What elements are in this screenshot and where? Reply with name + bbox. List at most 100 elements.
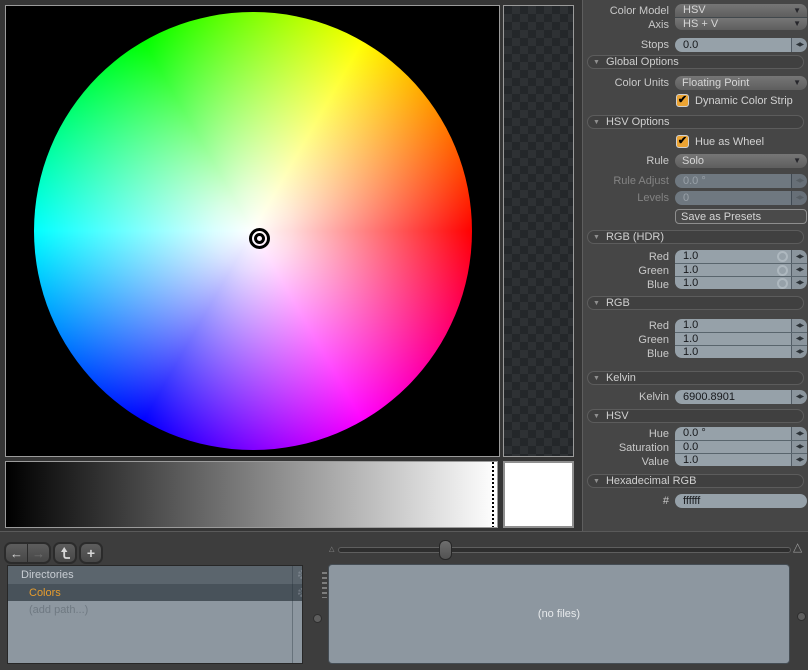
- stepper-icon[interactable]: ◀▶: [791, 264, 807, 276]
- rule-dropdown[interactable]: Solo ▼: [675, 154, 807, 168]
- color-cursor[interactable]: [249, 228, 270, 249]
- section-rgb-hdr[interactable]: ▼ RGB (HDR): [587, 230, 804, 244]
- hsv-field-group: 0.0 ° ◀▶ 0.0 ◀▶ 1.0 ◀▶: [675, 427, 807, 466]
- checkbox-checked-icon[interactable]: ✔: [676, 94, 689, 107]
- hdr-red-value: 1.0: [675, 250, 777, 263]
- back-button[interactable]: ←: [6, 544, 27, 562]
- panel-splitter-grip[interactable]: [322, 572, 327, 598]
- save-as-presets-label: Save as Presets: [681, 211, 761, 223]
- hdr-green-value: 1.0: [675, 264, 777, 277]
- collapse-triangle-icon: ▼: [593, 119, 600, 126]
- section-hsv[interactable]: ▼ HSV: [587, 409, 804, 423]
- thumb-size-min-icon[interactable]: △: [329, 546, 334, 553]
- green-value: 1.0: [675, 333, 791, 346]
- stepper-icon[interactable]: ◀▶: [791, 38, 807, 52]
- save-as-presets-button[interactable]: Save as Presets: [675, 209, 807, 224]
- directories-header[interactable]: Directories: [8, 566, 302, 584]
- stepper-icon[interactable]: ◀▶: [791, 346, 807, 358]
- gear-column-divider: [292, 566, 293, 663]
- chevron-down-icon: ▼: [793, 7, 801, 15]
- color-options-panel: Color Model Axis HSV ▼ HS + V ▼ Stops 0.…: [582, 0, 808, 531]
- mini-slider-ring-icon[interactable]: [777, 265, 788, 276]
- up-directory-icon: [58, 546, 72, 560]
- red-label: Red: [583, 319, 669, 333]
- hex-value: ffffff: [675, 495, 807, 508]
- collapse-triangle-icon: ▼: [593, 478, 600, 485]
- section-hexadecimal-rgb[interactable]: ▼ Hexadecimal RGB: [587, 474, 804, 488]
- collapse-triangle-icon: ▼: [593, 234, 600, 241]
- forward-button[interactable]: →: [27, 544, 49, 562]
- hdr-green-input[interactable]: 1.0 ◀▶: [675, 263, 807, 276]
- files-panel[interactable]: (no files): [328, 564, 790, 664]
- checkbox-checked-icon[interactable]: ✔: [676, 135, 689, 148]
- stepper-icon: ◀▶: [791, 191, 807, 205]
- rgb-hdr-field-group: 1.0 ◀▶ 1.0 ◀▶ 1.0 ◀▶: [675, 250, 807, 289]
- hex-input[interactable]: ffffff: [675, 494, 807, 508]
- add-path-button[interactable]: +: [79, 542, 103, 564]
- kelvin-label: Kelvin: [583, 390, 669, 404]
- hdr-green-label: Green: [583, 264, 669, 278]
- directory-item-colors[interactable]: Colors: [8, 584, 302, 601]
- alpha-checker-strip[interactable]: [503, 5, 574, 457]
- value-label: Value: [583, 455, 669, 469]
- color-model-dropdown[interactable]: HSV ▼: [675, 4, 807, 17]
- gear-icon[interactable]: [297, 587, 303, 598]
- green-input[interactable]: 1.0 ◀▶: [675, 332, 807, 345]
- hue-label: Hue: [583, 427, 669, 441]
- add-path-label: (add path...): [29, 604, 88, 616]
- color-units-dropdown[interactable]: Floating Point ▼: [675, 76, 807, 90]
- hdr-blue-label: Blue: [583, 278, 669, 292]
- stepper-icon[interactable]: ◀▶: [791, 277, 807, 289]
- value-value: 1.0: [675, 454, 791, 467]
- stepper-icon[interactable]: ◀▶: [791, 333, 807, 345]
- thumbnail-size-slider[interactable]: [338, 547, 791, 553]
- hue-value: 0.0 °: [675, 427, 791, 440]
- hdr-blue-input[interactable]: 1.0 ◀▶: [675, 276, 807, 289]
- gear-icon[interactable]: [297, 569, 303, 580]
- hue-input[interactable]: 0.0 ° ◀▶: [675, 427, 807, 440]
- stepper-icon[interactable]: ◀▶: [791, 390, 807, 404]
- stepper-icon[interactable]: ◀▶: [791, 441, 807, 453]
- mini-slider-ring-icon[interactable]: [777, 251, 788, 262]
- value-gradient-strip[interactable]: [5, 461, 498, 528]
- section-kelvin[interactable]: ▼ Kelvin: [587, 371, 804, 385]
- hdr-red-input[interactable]: 1.0 ◀▶: [675, 250, 807, 263]
- back-arrow-icon: ←: [10, 547, 23, 560]
- chevron-down-icon: ▼: [793, 157, 801, 165]
- up-directory-button[interactable]: [53, 542, 77, 564]
- thumbnail-size-slider-handle[interactable]: [439, 540, 452, 560]
- stepper-icon[interactable]: ◀▶: [791, 319, 807, 332]
- picker-area: [0, 0, 582, 531]
- red-input[interactable]: 1.0 ◀▶: [675, 319, 807, 332]
- section-global-options[interactable]: ▼ Global Options: [587, 55, 804, 69]
- mini-slider-ring-icon[interactable]: [777, 278, 788, 289]
- levels-label: Levels: [583, 191, 669, 205]
- dynamic-color-strip-checkbox-row[interactable]: ✔ Dynamic Color Strip: [676, 93, 793, 108]
- axis-dropdown[interactable]: HS + V ▼: [675, 17, 807, 30]
- blue-label: Blue: [583, 347, 669, 361]
- add-path-item[interactable]: (add path...): [8, 601, 302, 618]
- splitter-knob[interactable]: [797, 612, 806, 621]
- stops-input[interactable]: 0.0 ◀▶: [675, 38, 807, 52]
- blue-input[interactable]: 1.0 ◀▶: [675, 345, 807, 358]
- rule-adjust-value: 0.0 °: [675, 175, 791, 188]
- color-cursor-inner-ring: [254, 233, 265, 244]
- stepper-icon[interactable]: ◀▶: [791, 454, 807, 466]
- splitter-knob[interactable]: [313, 614, 322, 623]
- kelvin-input[interactable]: 6900.8901 ◀▶: [675, 390, 807, 404]
- value-input[interactable]: 1.0 ◀▶: [675, 453, 807, 466]
- section-rgb[interactable]: ▼ RGB: [587, 296, 804, 310]
- stepper-icon[interactable]: ◀▶: [791, 250, 807, 263]
- stepper-icon[interactable]: ◀▶: [791, 427, 807, 440]
- value-marker[interactable]: [492, 462, 494, 527]
- hue-saturation-wheel-box: [5, 5, 500, 457]
- forward-arrow-icon: →: [32, 547, 45, 560]
- saturation-input[interactable]: 0.0 ◀▶: [675, 440, 807, 453]
- section-title: HSV Options: [606, 116, 670, 128]
- thumb-size-max-icon[interactable]: △: [793, 541, 802, 553]
- directories-header-label: Directories: [21, 569, 74, 581]
- hue-as-wheel-checkbox-row[interactable]: ✔ Hue as Wheel: [676, 134, 764, 149]
- rule-adjust-input-disabled: 0.0 ° ◀▶: [675, 174, 807, 188]
- section-hsv-options[interactable]: ▼ HSV Options: [587, 115, 804, 129]
- rule-value: Solo: [675, 155, 793, 168]
